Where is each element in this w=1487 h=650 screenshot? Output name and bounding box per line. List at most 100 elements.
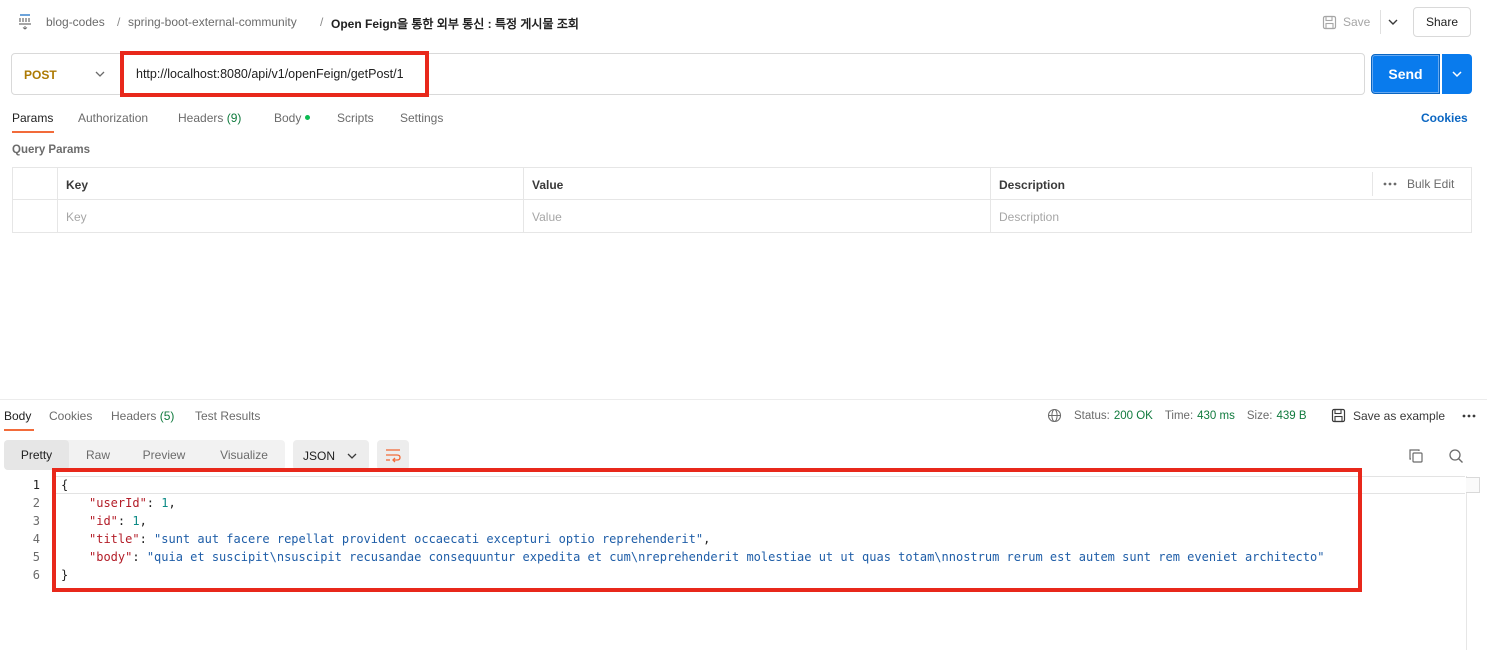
json-key: "id" — [89, 514, 118, 528]
line-number: 5 — [32, 550, 40, 564]
response-divider — [0, 399, 1487, 400]
chevron-down-icon[interactable] — [1386, 15, 1400, 29]
body-indicator-dot — [305, 115, 311, 121]
line-number: 3 — [32, 514, 40, 528]
bulk-edit-button[interactable]: Bulk Edit — [1383, 177, 1454, 191]
json-line: "id": 1, — [89, 514, 147, 528]
chevron-down-icon — [347, 453, 357, 459]
save-button[interactable]: Save — [1322, 12, 1370, 32]
param-description-input[interactable]: Description — [991, 200, 1471, 232]
table-header-row: Key Value Description Bulk Edit — [13, 168, 1471, 200]
save-label: Save — [1343, 15, 1371, 29]
json-open-brace: { — [61, 478, 69, 492]
column-divider — [1372, 172, 1373, 196]
query-params-title: Query Params — [12, 144, 90, 156]
json-line: "title": "sunt aut facere repellat provi… — [89, 532, 711, 546]
json-key: "title" — [89, 532, 140, 546]
save-icon — [1331, 408, 1346, 423]
param-key-placeholder: Key — [66, 210, 87, 224]
active-tab-indicator — [12, 131, 54, 133]
save-as-example-label: Save as example — [1353, 408, 1446, 423]
active-tab-indicator — [4, 429, 34, 431]
save-icon — [1322, 15, 1337, 29]
checkbox-column-header — [13, 168, 58, 200]
size-label: Size: — [1246, 409, 1273, 422]
column-header-key-label: Key — [66, 178, 89, 192]
response-meta: Status: 200 OK Time: 430 ms Size: 439 B — [1047, 408, 1319, 423]
json-line: "userId": 1, — [89, 496, 176, 510]
row-checkbox-cell — [13, 200, 58, 232]
globe-icon[interactable] — [1047, 408, 1062, 423]
tab-body-label: Body — [274, 111, 302, 125]
response-tab-test-results[interactable]: Test Results — [195, 409, 260, 423]
send-options-button[interactable] — [1442, 54, 1472, 94]
param-value-input[interactable]: Value — [524, 200, 991, 232]
response-tab-headers[interactable]: Headers (5) — [111, 409, 174, 423]
format-label: JSON — [303, 449, 336, 463]
cookies-link[interactable]: Cookies — [1421, 111, 1468, 125]
tab-authorization[interactable]: Authorization — [78, 111, 148, 125]
size-value[interactable]: 439 B — [1276, 410, 1306, 422]
table-row: Key Value Description — [13, 200, 1471, 232]
view-raw-button[interactable]: Raw — [70, 440, 126, 470]
copy-icon[interactable] — [1408, 448, 1424, 464]
share-button[interactable]: Share — [1413, 7, 1471, 37]
column-header-key: Key — [58, 168, 524, 200]
tab-settings[interactable]: Settings — [400, 111, 443, 125]
tab-scripts[interactable]: Scripts — [337, 111, 374, 125]
chevron-down-icon — [95, 71, 105, 77]
json-key: "body" — [89, 550, 133, 564]
tab-body[interactable]: Body — [274, 111, 311, 125]
line-number: 1 — [32, 478, 40, 492]
view-visualize-button[interactable]: Visualize — [206, 440, 282, 470]
breadcrumb-folder[interactable]: spring-boot-external-community — [128, 15, 297, 29]
response-tab-headers-label: Headers — [111, 409, 157, 423]
line-number: 4 — [32, 532, 40, 546]
more-horizontal-icon — [1383, 182, 1397, 186]
url-input[interactable]: http://localhost:8080/api/v1/openFeign/g… — [136, 67, 404, 81]
send-button[interactable]: Send — [1371, 54, 1440, 94]
tab-headers[interactable]: Headers (9) — [178, 111, 241, 125]
time-value[interactable]: 430 ms — [1197, 410, 1235, 422]
tab-params[interactable]: Params — [12, 111, 53, 125]
breadcrumb-collection[interactable]: blog-codes — [46, 15, 105, 29]
editor-scrollbar[interactable] — [1466, 476, 1480, 650]
line-number: 2 — [32, 496, 40, 510]
json-close-brace: } — [61, 568, 69, 582]
query-params-table: Key Value Description Bulk Edit Key Valu… — [12, 167, 1472, 233]
wrap-lines-button[interactable] — [377, 440, 409, 470]
json-value: 1 — [132, 514, 140, 528]
time-label: Time: — [1164, 409, 1194, 422]
json-value: "quia et suscipit\nsuscipit recusandae c… — [146, 550, 1325, 564]
chevron-down-icon — [1452, 71, 1462, 78]
request-bar: POST http://localhost:8080/api/v1/openFe… — [11, 53, 1365, 95]
breadcrumb-separator: / — [320, 15, 324, 29]
view-preview-button[interactable]: Preview — [130, 440, 198, 470]
view-pretty-button[interactable]: Pretty — [4, 440, 69, 470]
http-request-icon — [19, 14, 31, 30]
search-icon[interactable] — [1448, 448, 1464, 464]
response-headers-count: (5) — [159, 409, 175, 423]
response-body-editor[interactable]: 1 2 3 4 5 6 { "userId": 1, "id": 1, "tit… — [0, 476, 1487, 650]
format-select[interactable]: JSON — [293, 440, 369, 470]
top-bar: blog-codes / spring-boot-external-commun… — [0, 0, 1487, 44]
breadcrumb-request-name[interactable]: Open Feign을 통한 외부 통신 : 특정 게시물 조회 — [331, 15, 579, 32]
json-key: "userId" — [89, 496, 147, 510]
headers-count: (9) — [226, 111, 242, 125]
response-tab-cookies[interactable]: Cookies — [49, 409, 92, 423]
status-value[interactable]: 200 OK — [1114, 410, 1153, 422]
param-key-input[interactable]: Key — [58, 200, 524, 232]
editor-scrollbar-thumb[interactable] — [1466, 477, 1480, 493]
bulk-edit-label: Bulk Edit — [1407, 177, 1455, 191]
response-tab-body[interactable]: Body — [4, 409, 31, 423]
column-header-value: Value — [524, 168, 991, 200]
breadcrumb-separator: / — [117, 15, 121, 29]
param-value-placeholder: Value — [532, 210, 562, 224]
tab-headers-label: Headers — [178, 111, 224, 125]
method-select[interactable]: POST — [12, 54, 124, 94]
column-header-description-label: Description — [999, 178, 1066, 192]
save-as-example-button[interactable]: Save as example — [1331, 408, 1445, 423]
more-horizontal-icon[interactable] — [1462, 414, 1476, 418]
param-description-placeholder: Description — [999, 210, 1060, 224]
wrap-lines-icon — [386, 449, 401, 463]
